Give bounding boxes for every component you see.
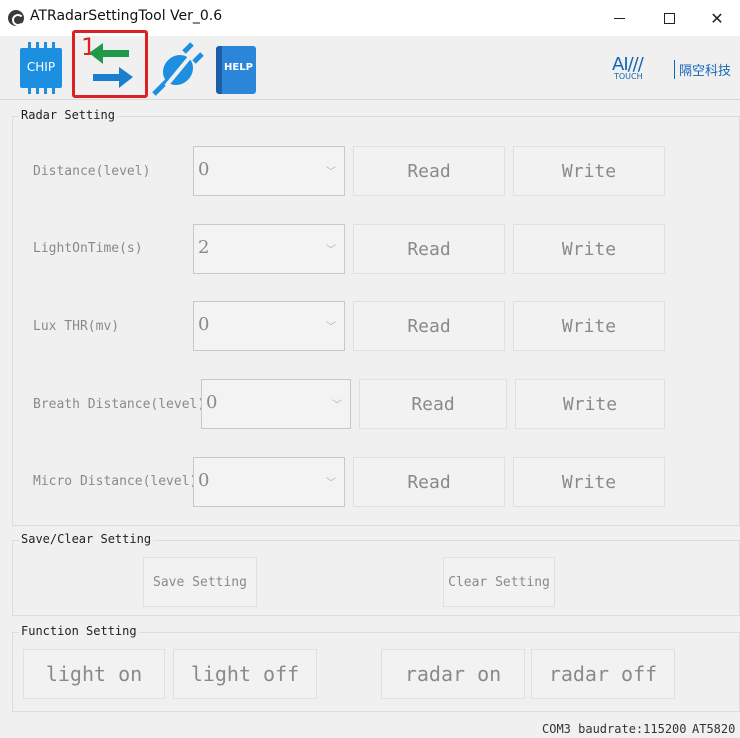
close-button[interactable]: ✕	[694, 0, 740, 36]
breath-distance-read-button[interactable]: Read	[359, 379, 507, 429]
micro-distance-read-button[interactable]: Read	[353, 457, 505, 507]
chevron-down-icon: ﹀	[332, 400, 342, 411]
window-title: ATRadarSettingTool Ver_0.6	[30, 8, 223, 24]
toolbar: CHIP 1 HELP AI/// TOUCH 隔空科技	[0, 30, 740, 100]
lux-thr-read-button[interactable]: Read	[353, 301, 505, 351]
minimize-icon	[613, 17, 625, 19]
chip-icon: CHIP	[20, 48, 62, 88]
function-setting-group: Function Setting light on light off rada…	[12, 624, 740, 712]
distance-select[interactable]: 0 ﹀	[193, 146, 345, 196]
breath-distance-label: Breath Distance(level)	[33, 397, 206, 412]
distance-label: Distance(level)	[33, 164, 151, 179]
app-icon	[8, 10, 24, 26]
micro-distance-select[interactable]: 0 ﹀	[193, 457, 345, 507]
brand-chinese-name: 隔空科技	[674, 60, 731, 79]
status-port: COM3 baudrate:115200	[542, 722, 687, 736]
minimize-button[interactable]	[596, 0, 642, 36]
save-setting-button[interactable]: Save Setting	[143, 557, 257, 607]
clear-setting-button[interactable]: Clear Setting	[443, 557, 555, 607]
plug-icon	[152, 42, 204, 96]
function-setting-title: Function Setting	[19, 624, 139, 638]
maximize-button[interactable]	[646, 0, 692, 36]
light-on-time-label: LightOnTime(s)	[33, 241, 143, 256]
micro-distance-value: 0	[198, 470, 210, 491]
chevron-down-icon: ﹀	[326, 167, 336, 178]
distance-read-button[interactable]: Read	[353, 146, 505, 196]
chevron-down-icon: ﹀	[326, 322, 336, 333]
distance-write-button[interactable]: Write	[513, 146, 665, 196]
chevron-down-icon: ﹀	[326, 245, 336, 256]
lux-thr-label: Lux THR(mv)	[33, 319, 120, 334]
breath-distance-value: 0	[206, 392, 218, 413]
help-book-icon: HELP	[216, 46, 256, 94]
micro-distance-write-button[interactable]: Write	[513, 457, 665, 507]
brand-logo-sub: TOUCH	[614, 72, 643, 81]
micro-distance-label: Micro Distance(level)	[33, 474, 198, 489]
maximize-icon	[663, 12, 675, 24]
breath-distance-select[interactable]: 0 ﹀	[201, 379, 351, 429]
light-on-time-write-button[interactable]: Write	[513, 224, 665, 274]
light-on-time-value: 2	[198, 237, 210, 258]
light-on-time-read-button[interactable]: Read	[353, 224, 505, 274]
chip-label: CHIP	[26, 60, 56, 74]
connection-button[interactable]: 1	[72, 30, 148, 98]
save-clear-setting-title: Save/Clear Setting	[19, 532, 154, 546]
radar-setting-title: Radar Setting	[19, 108, 117, 122]
help-label: HELP	[224, 62, 253, 73]
light-on-time-select[interactable]: 2 ﹀	[193, 224, 345, 274]
radar-setting-group: Radar Setting Distance(level) 0 ﹀ Read W…	[12, 108, 740, 526]
close-icon: ✕	[710, 8, 724, 28]
radar-on-button[interactable]: radar on	[381, 649, 525, 699]
chip-button[interactable]: CHIP	[14, 38, 70, 98]
lux-thr-write-button[interactable]: Write	[513, 301, 665, 351]
distance-value: 0	[198, 159, 210, 180]
swap-arrows-icon	[89, 43, 133, 88]
breath-distance-write-button[interactable]: Write	[515, 379, 665, 429]
status-model: AT5820	[692, 722, 736, 736]
light-on-button[interactable]: light on	[23, 649, 165, 699]
help-button[interactable]: HELP	[214, 38, 258, 98]
lux-thr-value: 0	[198, 314, 210, 335]
plug-button[interactable]	[148, 38, 208, 98]
lux-thr-select[interactable]: 0 ﹀	[193, 301, 345, 351]
radar-off-button[interactable]: radar off	[531, 649, 675, 699]
light-off-button[interactable]: light off	[173, 649, 317, 699]
save-clear-setting-group: Save/Clear Setting Save Setting Clear Se…	[12, 532, 740, 616]
chevron-down-icon: ﹀	[326, 478, 336, 489]
